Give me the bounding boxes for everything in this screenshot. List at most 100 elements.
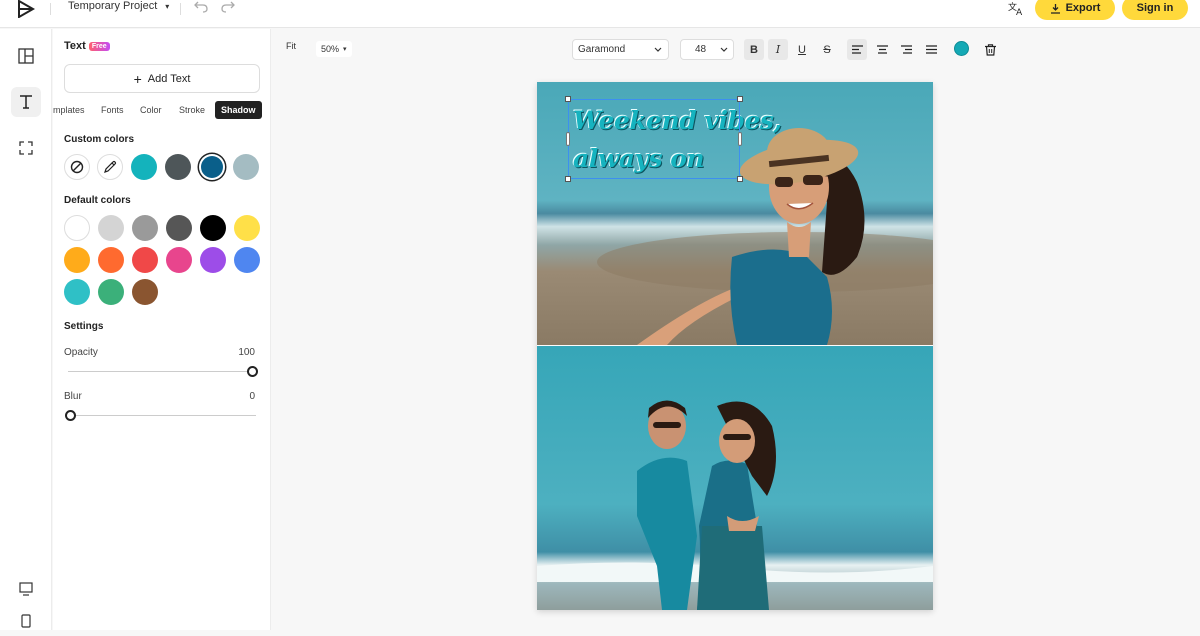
blur-value: 0 bbox=[249, 391, 255, 402]
settings-heading: Settings bbox=[64, 321, 104, 332]
divider bbox=[180, 3, 181, 15]
default-color-swatch[interactable] bbox=[64, 279, 90, 305]
custom-colors-heading: Custom colors bbox=[64, 134, 135, 145]
trash-icon bbox=[984, 43, 996, 56]
default-color-swatch[interactable] bbox=[166, 247, 192, 273]
tab-color[interactable]: Color bbox=[140, 101, 162, 119]
expand-icon bbox=[19, 141, 33, 155]
align-left-icon bbox=[851, 45, 863, 54]
default-color-swatch[interactable] bbox=[234, 215, 260, 241]
zoom-dropdown[interactable]: 50% ▾ bbox=[316, 41, 352, 57]
panel-title-label: Text bbox=[64, 40, 86, 52]
align-justify-icon bbox=[925, 45, 937, 54]
resize-handle-bottom-right[interactable] bbox=[737, 176, 743, 182]
blur-slider-track[interactable] bbox=[68, 415, 256, 416]
default-color-swatch[interactable] bbox=[234, 247, 260, 273]
plus-icon: + bbox=[133, 70, 142, 87]
default-color-swatch[interactable] bbox=[64, 247, 90, 273]
text-selection-box[interactable] bbox=[565, 96, 743, 182]
sign-in-button[interactable]: Sign in bbox=[1122, 0, 1188, 20]
opacity-slider-track[interactable] bbox=[68, 371, 256, 372]
text-color-picker[interactable] bbox=[954, 41, 969, 56]
left-rail bbox=[0, 29, 52, 630]
default-color-swatch[interactable] bbox=[200, 247, 226, 273]
custom-color-swatch-selected[interactable] bbox=[199, 154, 225, 180]
no-color-button[interactable] bbox=[64, 154, 90, 180]
rail-layout-button[interactable] bbox=[11, 41, 41, 71]
align-center-button[interactable] bbox=[872, 39, 892, 60]
resize-handle-bottom-left[interactable] bbox=[565, 176, 571, 182]
opacity-label: Opacity bbox=[64, 347, 98, 358]
resize-handle-right[interactable] bbox=[738, 132, 742, 146]
project-name-dropdown[interactable]: Temporary Project ▾ bbox=[68, 0, 169, 12]
custom-color-swatch[interactable] bbox=[165, 154, 191, 180]
download-icon bbox=[1050, 3, 1060, 14]
translate-icon[interactable]: 文 A bbox=[1008, 0, 1024, 16]
text-panel: Text Free + Add Text mplates Fonts Color… bbox=[53, 29, 271, 630]
photo-couple-beach[interactable] bbox=[537, 346, 933, 610]
rail-display-button[interactable] bbox=[11, 574, 41, 604]
design-canvas[interactable]: Weekend vibes, always on bbox=[537, 82, 933, 610]
chevron-down-icon bbox=[654, 47, 662, 52]
align-left-button[interactable] bbox=[847, 39, 867, 60]
custom-color-swatch[interactable] bbox=[131, 154, 157, 180]
default-color-swatch[interactable] bbox=[132, 279, 158, 305]
panel-title: Text Free bbox=[64, 40, 110, 52]
eyedropper-button[interactable] bbox=[97, 154, 123, 180]
align-right-button[interactable] bbox=[896, 39, 916, 60]
default-color-swatch[interactable] bbox=[64, 215, 90, 241]
font-family-value: Garamond bbox=[578, 44, 626, 55]
tab-stroke[interactable]: Stroke bbox=[179, 101, 205, 119]
divider bbox=[50, 3, 51, 15]
resize-handle-left[interactable] bbox=[566, 132, 570, 146]
default-color-swatch[interactable] bbox=[132, 247, 158, 273]
rail-device-button[interactable] bbox=[11, 606, 41, 636]
photo-woman-beach[interactable]: Weekend vibes, always on bbox=[537, 82, 933, 345]
free-badge: Free bbox=[88, 41, 110, 51]
italic-button[interactable]: I bbox=[768, 39, 788, 60]
fit-button[interactable]: Fit bbox=[286, 41, 296, 51]
export-button[interactable]: Export bbox=[1035, 0, 1115, 20]
default-color-swatch[interactable] bbox=[132, 215, 158, 241]
couple-silhouette bbox=[537, 400, 933, 610]
rail-text-button[interactable] bbox=[11, 87, 41, 117]
export-label: Export bbox=[1065, 2, 1101, 14]
resize-handle-top-right[interactable] bbox=[737, 96, 743, 102]
redo-icon[interactable] bbox=[221, 0, 235, 13]
underline-button[interactable]: U bbox=[792, 39, 812, 60]
delete-button[interactable] bbox=[980, 39, 1000, 60]
default-colors-heading: Default colors bbox=[64, 195, 131, 206]
phone-icon bbox=[21, 614, 31, 628]
blur-slider-thumb[interactable] bbox=[65, 410, 76, 421]
tab-fonts[interactable]: Fonts bbox=[101, 101, 124, 119]
add-text-button[interactable]: + Add Text bbox=[64, 64, 260, 93]
chevron-down-icon bbox=[720, 47, 728, 52]
default-color-swatch[interactable] bbox=[166, 215, 192, 241]
default-color-swatch[interactable] bbox=[200, 215, 226, 241]
align-center-icon bbox=[876, 45, 888, 54]
project-name: Temporary Project bbox=[68, 0, 158, 12]
chevron-down-icon: ▾ bbox=[343, 46, 347, 53]
tab-shadow[interactable]: Shadow bbox=[215, 101, 262, 119]
strikethrough-button[interactable]: S bbox=[817, 39, 837, 60]
font-family-dropdown[interactable]: Garamond bbox=[572, 39, 669, 60]
undo-icon[interactable] bbox=[194, 0, 208, 13]
align-right-icon bbox=[900, 45, 912, 54]
app-logo-icon[interactable] bbox=[16, 0, 36, 18]
no-color-icon bbox=[70, 160, 84, 174]
tab-templates[interactable]: mplates bbox=[53, 101, 85, 119]
bold-button[interactable]: B bbox=[744, 39, 764, 60]
svg-text:A: A bbox=[1016, 8, 1023, 16]
layout-icon bbox=[18, 48, 34, 64]
rail-resize-button[interactable] bbox=[11, 133, 41, 163]
opacity-slider-thumb[interactable] bbox=[247, 366, 258, 377]
default-color-swatch[interactable] bbox=[98, 279, 124, 305]
top-bar: Temporary Project ▾ 文 A Export Sign in bbox=[0, 0, 1200, 28]
resize-handle-top-left[interactable] bbox=[565, 96, 571, 102]
custom-color-swatch[interactable] bbox=[233, 154, 259, 180]
default-color-swatch[interactable] bbox=[98, 215, 124, 241]
default-color-swatch[interactable] bbox=[98, 247, 124, 273]
align-justify-button[interactable] bbox=[921, 39, 941, 60]
font-size-dropdown[interactable]: 48 bbox=[680, 39, 734, 60]
text-toolbar: Fit 50% ▾ Garamond 48 B I U S bbox=[272, 29, 1200, 69]
